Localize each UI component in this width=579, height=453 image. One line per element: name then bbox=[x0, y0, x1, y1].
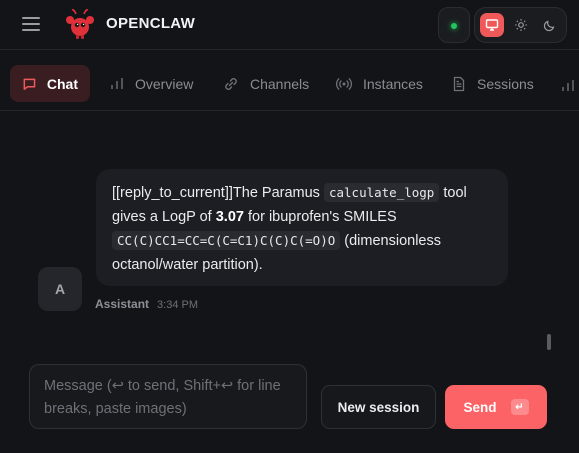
header-controls bbox=[438, 7, 567, 43]
tab-sessions[interactable]: Sessions bbox=[451, 65, 534, 102]
connection-status bbox=[438, 7, 470, 43]
theme-system-button[interactable] bbox=[480, 13, 504, 37]
brand-name: OPENCLAW bbox=[106, 15, 196, 32]
scrollbar-thumb[interactable] bbox=[547, 334, 551, 350]
tab-channels[interactable]: Channels bbox=[222, 65, 309, 102]
message-bubble: [[reply_to_current]]The Paramus calculat… bbox=[96, 169, 508, 286]
logp-value: 3.07 bbox=[215, 209, 244, 225]
tab-label: Sessions bbox=[477, 75, 534, 92]
document-icon bbox=[453, 76, 465, 91]
message-text: for ibuprofen's SMILES bbox=[243, 209, 397, 225]
status-dot-icon bbox=[451, 23, 457, 29]
smiles-code: CC(C)CC1=CC=C(C=C1)C(C)C(=O)O bbox=[112, 231, 341, 250]
theme-switcher bbox=[474, 7, 567, 43]
tab-label: Instances bbox=[363, 75, 423, 92]
send-button[interactable]: Send ↵ bbox=[445, 385, 547, 429]
moon-icon bbox=[543, 20, 555, 32]
nav-tabs: Chat Overview Channels Instances Session… bbox=[0, 51, 579, 111]
message-meta: Assistant 3:34 PM bbox=[95, 297, 198, 311]
bar-chart-icon[interactable] bbox=[560, 78, 574, 94]
tab-instances[interactable]: Instances bbox=[335, 65, 423, 102]
sun-icon bbox=[515, 19, 527, 31]
tool-name-code: calculate_logp bbox=[323, 183, 440, 202]
broadcast-icon bbox=[335, 77, 353, 90]
theme-light-button[interactable] bbox=[509, 13, 533, 37]
sender-name: Assistant bbox=[95, 297, 150, 311]
link-icon bbox=[225, 77, 237, 90]
message-input[interactable]: Message (↩ to send, Shift+↩ for line bre… bbox=[29, 364, 307, 429]
top-bar: OPENCLAW bbox=[0, 0, 579, 50]
avatar: A bbox=[38, 267, 82, 311]
enter-key-icon: ↵ bbox=[510, 399, 529, 415]
new-session-button[interactable]: New session bbox=[321, 385, 436, 429]
tab-label: Chat bbox=[46, 75, 78, 92]
tab-chat[interactable]: Chat bbox=[10, 65, 90, 102]
tab-label: Overview bbox=[135, 75, 194, 92]
message-text: [[reply_to_current]]The Paramus bbox=[112, 185, 324, 201]
monitor-icon bbox=[485, 19, 499, 31]
theme-dark-button[interactable] bbox=[538, 13, 562, 37]
lobster-logo-icon bbox=[66, 9, 94, 39]
chat-bubble-icon bbox=[23, 78, 36, 90]
tab-label: Channels bbox=[250, 75, 310, 92]
tab-overview[interactable]: Overview bbox=[109, 65, 193, 102]
menu-icon[interactable] bbox=[22, 16, 40, 32]
message-time: 3:34 PM bbox=[157, 299, 198, 311]
bar-chart-icon bbox=[111, 77, 123, 89]
send-button-label: Send bbox=[463, 399, 497, 415]
